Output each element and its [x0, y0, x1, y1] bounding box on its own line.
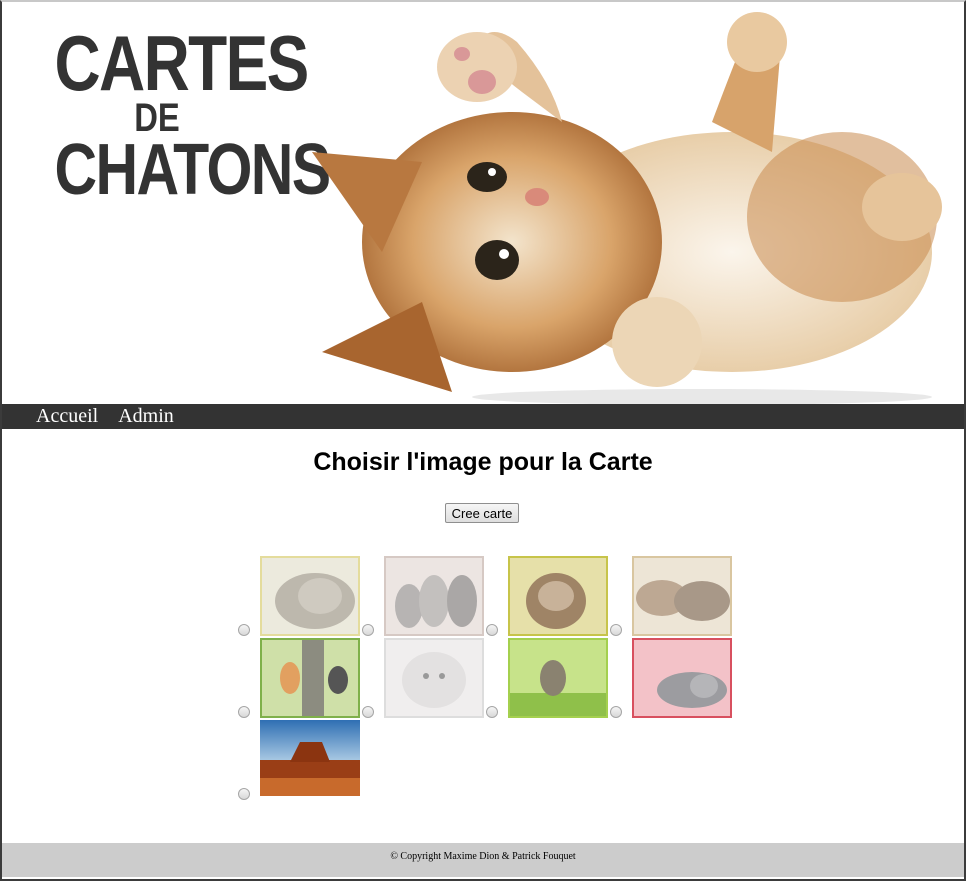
image-radio[interactable] [362, 706, 374, 718]
image-radio[interactable] [238, 624, 250, 636]
thumbnail-kittens-on-tree[interactable] [260, 638, 360, 718]
thumbnail-white-kitten[interactable] [384, 638, 484, 718]
thumbnail-fluffy-kitten[interactable] [508, 556, 608, 636]
image-option[interactable] [486, 638, 610, 718]
thumbnail-kitten-pink-blanket[interactable] [632, 638, 732, 718]
image-option[interactable] [610, 638, 734, 718]
image-option[interactable] [362, 638, 486, 718]
image-radio[interactable] [486, 624, 498, 636]
logo-line-3: CHATONS [54, 130, 332, 210]
site-logo[interactable]: CARTES DE CHATONS [32, 19, 332, 210]
page-frame: CARTES DE CHATONS Accueil Admin Choisir … [0, 0, 966, 881]
thumbnail-kittens-pile[interactable] [632, 556, 732, 636]
header-banner: CARTES DE CHATONS [2, 2, 964, 404]
image-radio[interactable] [486, 706, 498, 718]
thumbnail-kitten-running[interactable] [508, 638, 608, 718]
image-radio[interactable] [362, 624, 374, 636]
thumbnail-three-kittens[interactable] [384, 556, 484, 636]
kitten-banner-image [312, 12, 942, 404]
page-footer: © Copyright Maxime Dion & Patrick Fouque… [2, 843, 964, 877]
main-nav: Accueil Admin [2, 404, 964, 429]
image-radio[interactable] [238, 788, 250, 800]
logo-line-1: CARTES [54, 19, 310, 107]
image-option[interactable] [238, 720, 362, 800]
image-radio[interactable] [610, 624, 622, 636]
image-option[interactable] [238, 638, 362, 718]
page-title: Choisir l'image pour la Carte [313, 448, 653, 476]
image-radio[interactable] [238, 706, 250, 718]
thumbnail-sleeping-gray-kitten[interactable] [260, 556, 360, 636]
create-card-button[interactable]: Cree carte [445, 503, 519, 523]
nav-link-admin[interactable]: Admin [118, 404, 174, 429]
nav-link-accueil[interactable]: Accueil [36, 404, 98, 429]
image-option[interactable] [486, 556, 610, 636]
image-option[interactable] [362, 556, 486, 636]
image-radio[interactable] [610, 706, 622, 718]
image-option[interactable] [610, 556, 734, 636]
image-option[interactable] [238, 556, 362, 636]
thumbnail-desert-mesa[interactable] [260, 720, 360, 800]
